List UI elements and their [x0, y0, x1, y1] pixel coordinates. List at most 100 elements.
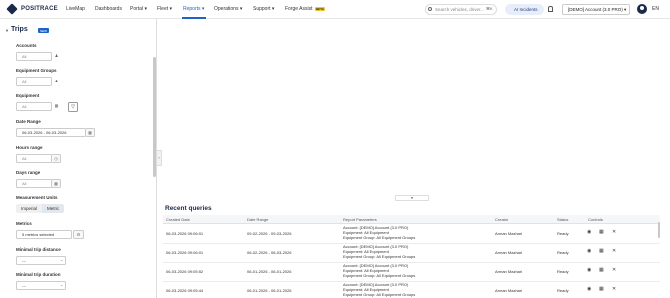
date-range-label: Date Range — [16, 119, 41, 124]
calendar-icon[interactable]: ▦ — [52, 179, 61, 188]
nav-operations[interactable]: Operations ▾ — [214, 6, 242, 12]
metrics-select[interactable]: 5 metrics selected — [16, 230, 72, 239]
param-equipment-group: Equipment Group: All Equipment Groups — [343, 254, 416, 259]
date-range-cell: 06-01-2026 - 06-01-2026 — [247, 288, 292, 293]
view-icon[interactable]: ◉ — [587, 229, 591, 235]
chevron-down-icon[interactable]: ▼ — [5, 28, 9, 33]
param-equipment-group: Equipment Group: All Equipment Groups — [343, 235, 416, 240]
chevron-down-icon: ⌄ — [60, 282, 64, 287]
created-date-cell: 06-03-2026 09:05:52 — [166, 269, 204, 274]
account-select[interactable]: [DEMO] Account (3.0 PRO) ▾ — [562, 4, 630, 15]
col-controls[interactable]: Controls — [588, 217, 603, 222]
equipment-input[interactable]: All — [16, 102, 52, 111]
col-report-parameters[interactable]: Report Parameters — [343, 217, 377, 222]
report-parameters-cell: Account: [DEMO] Account (3.0 PRO) Equipme… — [343, 225, 415, 240]
days-range-label: Days range — [16, 170, 41, 175]
search-shortcut: ⌘K — [486, 6, 493, 11]
user-icon: ♟ — [52, 52, 61, 61]
nav-livemap[interactable]: LiveMap — [66, 6, 85, 12]
schedule-icon[interactable]: ▦ — [599, 248, 604, 254]
accounts-label: Accounts — [16, 43, 37, 48]
report-parameters-cell: Account: [DEMO] Account (3.0 PRO) Equipme… — [343, 263, 415, 278]
nav-dashboards[interactable]: Dashboards — [95, 6, 122, 12]
creator-cell: Arman Mazhari — [495, 250, 523, 255]
col-creator[interactable]: Creator — [495, 217, 508, 222]
close-icon[interactable]: ✕ — [612, 229, 616, 235]
new-badge: NEW — [38, 28, 49, 33]
clock-icon[interactable]: ◷ — [52, 154, 61, 163]
schedule-icon[interactable]: ▦ — [599, 229, 604, 235]
units-metric-option[interactable]: Metric — [42, 204, 65, 213]
nav-portal[interactable]: Portal ▾ — [130, 6, 147, 12]
min-trip-duration-select[interactable]: --- — [16, 281, 66, 290]
hours-range-label: Hours range — [16, 145, 43, 150]
min-trip-duration-label: Minimal trip duration — [16, 272, 61, 277]
measurement-units-toggle: Imperial Metric — [16, 204, 65, 213]
bell-icon[interactable] — [548, 6, 553, 12]
beta-badge: BETA — [314, 6, 326, 11]
view-icon[interactable]: ◉ — [587, 248, 591, 254]
view-icon[interactable]: ◉ — [587, 267, 591, 273]
close-icon[interactable]: ✕ — [612, 267, 616, 273]
schedule-icon[interactable]: ▦ — [599, 286, 604, 292]
creator-cell: Arman Mazhari — [495, 231, 523, 236]
equipment-label: Equipment — [16, 93, 40, 98]
avatar[interactable] — [637, 4, 647, 14]
sidebar-scrollbar[interactable] — [153, 57, 156, 177]
status-cell: Ready — [557, 288, 569, 293]
param-equipment-group: Equipment Group: All Equipment Groups — [343, 292, 416, 297]
close-icon[interactable]: ✕ — [612, 248, 616, 254]
created-date-cell: 06-03-2026 09:05:44 — [166, 288, 204, 293]
table-header: Created Date Date Range Report Parameter… — [163, 215, 660, 224]
filter-icon[interactable]: ▽ — [68, 102, 78, 112]
logo-text: POSITRACE — [21, 6, 58, 12]
table-row: 06-03-2026 09:05:52 06-01-2026 - 06-01-20… — [163, 262, 660, 282]
nav-reports[interactable]: Reports ▾ — [183, 6, 204, 12]
chevron-down-icon: ⌄ — [60, 257, 64, 262]
status-cell: Ready — [557, 269, 569, 274]
calendar-icon[interactable]: ▦ — [86, 128, 95, 137]
panel-resize-handle[interactable]: ▼ — [395, 195, 429, 201]
min-trip-distance-select[interactable]: --- — [16, 256, 66, 265]
col-status[interactable]: Status — [557, 217, 568, 222]
schedule-icon[interactable]: ▦ — [599, 267, 604, 273]
equipment-groups-input[interactable]: All — [16, 77, 52, 86]
top-navbar: POSITRACE LiveMap Dashboards Portal ▾ Fl… — [0, 0, 670, 19]
accounts-input[interactable]: All — [16, 52, 52, 61]
days-range-input[interactable]: All — [16, 179, 52, 188]
logo-mark-icon — [6, 3, 18, 15]
settings-icon[interactable]: ⚙ — [73, 230, 84, 239]
hours-range-input[interactable]: All — [16, 154, 52, 163]
col-created-date[interactable]: Created Date — [166, 217, 190, 222]
measurement-units-label: Measurement Units — [16, 195, 58, 200]
report-filter-sidebar: ▼ Trips NEW Accounts All ♟ Equipment Gro… — [0, 19, 157, 298]
equipment-groups-label: Equipment Groups — [16, 68, 57, 73]
metrics-label: Metrics — [16, 221, 32, 226]
language-select[interactable]: EN — [652, 6, 659, 12]
nav-fleet[interactable]: Fleet ▾ — [157, 6, 172, 12]
nav-forge-assist[interactable]: Forge Assist BETA — [285, 6, 326, 12]
report-parameters-cell: Account: [DEMO] Account (3.0 PRO) Equipme… — [343, 282, 415, 297]
group-icon: ▲ — [52, 77, 61, 86]
date-range-cell: 09-02-2026 - 09-03-2026 — [247, 231, 292, 236]
created-date-cell: 06-03-2026 09:06:01 — [166, 250, 204, 255]
creator-cell: Arman Mazhari — [495, 288, 523, 293]
sidebar-title: Trips — [11, 26, 28, 33]
table-scrollbar[interactable] — [658, 222, 660, 238]
date-range-input[interactable]: 06-03-2026 - 06-03-2026 — [16, 128, 86, 137]
table-row: 06-03-2026 09:06:01 06-02-2026 - 06-03-20… — [163, 243, 660, 263]
ai-incidents-button[interactable]: AI Incidents — [505, 4, 544, 15]
created-date-cell: 06-03-2026 09:06:01 — [166, 231, 204, 236]
units-imperial-option[interactable]: Imperial — [16, 204, 43, 213]
recent-queries-title: Recent queries — [165, 205, 212, 212]
close-icon[interactable]: ✕ — [612, 286, 616, 292]
col-date-range[interactable]: Date Range — [247, 217, 268, 222]
view-icon[interactable]: ◉ — [587, 286, 591, 292]
date-range-cell: 06-02-2026 - 06-03-2026 — [247, 250, 292, 255]
min-trip-distance-label: Minimal trip distance — [16, 247, 61, 252]
report-parameters-cell: Account: [DEMO] Account (3.0 PRO) Equipme… — [343, 244, 415, 259]
positrace-logo[interactable]: POSITRACE — [6, 3, 58, 15]
nav-forge-assist-label: Forge Assist — [285, 6, 313, 12]
nav-support[interactable]: Support ▾ — [253, 6, 274, 12]
collapse-sidebar-button[interactable]: ‹ — [157, 150, 162, 166]
